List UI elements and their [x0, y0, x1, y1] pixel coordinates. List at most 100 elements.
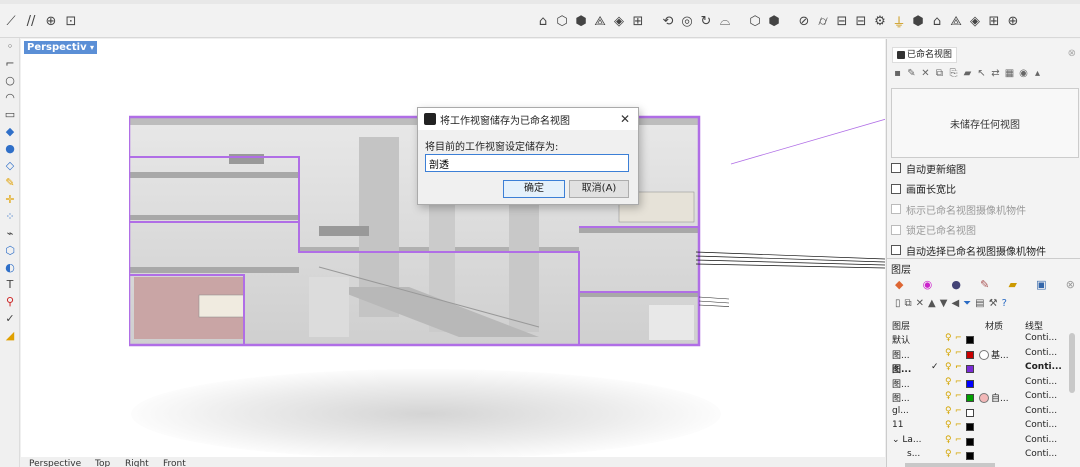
move-down-icon[interactable]: ▼ [940, 298, 948, 309]
layers-close-icon[interactable]: ⊗ [1066, 278, 1075, 291]
col-linetype[interactable]: 线型 [1025, 319, 1043, 332]
layer-row[interactable]: 图... ♀ ⌐ Conti... [891, 377, 1067, 392]
link-icon[interactable]: ⇄ [990, 68, 1001, 79]
layer-color-swatch[interactable] [966, 394, 974, 402]
lightbulb-icon[interactable]: ♀ [945, 435, 952, 445]
surface-icon[interactable]: ◆ [0, 123, 20, 140]
material-sphere-icon[interactable]: ● [951, 278, 961, 291]
current-layer-check-icon[interactable]: ✓ [931, 362, 939, 372]
move-up-icon[interactable]: ▲ [928, 298, 936, 309]
tab-right[interactable]: Right [125, 459, 149, 467]
circle-icon[interactable]: ○ [0, 72, 20, 89]
named-views-tab[interactable]: 已命名视图 [892, 47, 958, 63]
view-box-icon[interactable]: ⬡ [553, 12, 571, 30]
layer-color-swatch[interactable] [966, 423, 974, 431]
folder-icon[interactable]: ▰ [962, 68, 973, 79]
ok-button[interactable]: 确定 [503, 180, 565, 198]
option-auto-update-thumbnail[interactable]: 自动更新缩图 [891, 158, 1079, 179]
copy-icon[interactable]: ⧉ [934, 68, 945, 79]
analyze-icon[interactable]: ⚲ [0, 293, 20, 310]
window-icon[interactable]: ⊟ [833, 12, 851, 30]
frame-icon[interactable]: ⊡ [62, 12, 80, 30]
tab-top[interactable]: Top [95, 459, 110, 467]
col-layer[interactable]: 图层 [892, 319, 910, 332]
cube-alt-icon[interactable]: ⬢ [765, 12, 783, 30]
check-icon[interactable]: ✓ [0, 310, 20, 327]
unlock-icon[interactable]: ⌐ [955, 348, 962, 357]
unlock-icon[interactable]: ⌐ [955, 420, 962, 429]
layer-color-swatch[interactable] [966, 379, 974, 388]
layer-row[interactable]: ⌄ La... ♀ ⌐ Conti... [891, 435, 1067, 450]
folder-icon[interactable]: ▰ [1009, 278, 1017, 291]
pan-icon[interactable]: ⟋ [2, 12, 20, 30]
layer-linetype[interactable]: Conti... [1025, 449, 1057, 459]
checkbox[interactable] [891, 245, 901, 256]
delete-layer-icon[interactable]: ✕ [916, 298, 924, 309]
save-icon[interactable]: ▪ [892, 68, 903, 79]
layer-linetype[interactable]: Conti... [1025, 391, 1057, 401]
viewport-menu-icon[interactable]: ▾ [87, 41, 97, 54]
thumbnail-icon[interactable]: ▦ [1004, 68, 1015, 79]
delete-icon[interactable]: ✕ [920, 68, 931, 79]
view-front-icon[interactable]: ⬢ [572, 12, 590, 30]
col-material[interactable]: 材质 [985, 319, 1003, 332]
layer-row[interactable]: gl... ♀ ⌐ Conti... [891, 406, 1067, 421]
transform-icon[interactable]: ✛ [0, 191, 20, 208]
layer-color-swatch[interactable] [966, 437, 974, 446]
unlock-icon[interactable]: ⌐ [955, 377, 962, 386]
layer-linetype[interactable]: Conti... [1025, 348, 1057, 358]
layers-tab-icon[interactable]: ◆ [895, 278, 903, 291]
layer-color-swatch[interactable] [966, 336, 974, 344]
material-sphere-icon[interactable] [979, 349, 989, 360]
lightbulb-icon[interactable]: ♀ [945, 348, 952, 358]
four-view-icon[interactable]: ⊞ [629, 12, 647, 30]
perspective-viewport[interactable]: Perspective ▾ [21, 39, 885, 457]
checkbox[interactable] [891, 183, 901, 194]
add-view-icon[interactable]: ⊕ [1004, 12, 1022, 30]
paste-icon[interactable]: ⎘ [948, 68, 959, 79]
layer-row[interactable]: 图... ✓ ♀ ⌐ Conti... [891, 362, 1067, 377]
lightbulb-icon[interactable]: ♀ [945, 333, 952, 343]
layers-scrollbar[interactable] [1069, 333, 1075, 393]
object-icon[interactable]: ⬢ [909, 12, 927, 30]
dimension-icon[interactable]: ⁘ [0, 208, 20, 225]
layer-color-swatch[interactable] [966, 350, 974, 359]
paint-icon[interactable]: ◈ [966, 12, 984, 30]
filter-icon[interactable]: ⏷ [963, 298, 971, 309]
shape-icon[interactable]: ⌓ [716, 12, 734, 30]
curve-tools-icon[interactable]: ⌁ [0, 225, 20, 242]
cylinder-icon[interactable]: ⌭ [814, 12, 832, 30]
tab-perspective[interactable]: Perspective [29, 459, 81, 467]
tools-icon[interactable]: ⚒ [989, 298, 998, 309]
layer-row[interactable]: 默认 ♀ ⌐ Conti... [891, 333, 1067, 348]
brush-icon[interactable]: ✎ [980, 278, 989, 291]
help-icon[interactable]: ? [1002, 298, 1007, 309]
rectangle-icon[interactable]: ▭ [0, 106, 20, 123]
unlock-icon[interactable]: ⌐ [955, 391, 962, 400]
point-icon[interactable]: ◦ [0, 38, 20, 55]
tab-front[interactable]: Front [163, 459, 186, 467]
unlock-icon[interactable]: ⌐ [955, 362, 962, 371]
layer-color-swatch[interactable] [966, 408, 974, 417]
lightbulb-icon[interactable]: ♀ [945, 406, 952, 416]
view-name-input[interactable] [425, 154, 629, 172]
layer-states-icon[interactable]: ▤ [975, 298, 984, 309]
move-parent-icon[interactable]: ◀ [951, 298, 959, 309]
checkbox[interactable] [891, 163, 901, 174]
close-icon[interactable]: ✕ [620, 112, 630, 126]
layer-linetype[interactable]: Conti... [1025, 420, 1057, 430]
zoom-target-icon[interactable]: ◎ [678, 12, 696, 30]
viewport-title[interactable]: Perspective [24, 41, 97, 54]
layer-row[interactable]: 图... ♀ ⌐ 基... Conti... [891, 348, 1067, 363]
layer-linetype[interactable]: Conti... [1025, 362, 1062, 372]
text-icon[interactable]: T [0, 276, 20, 293]
color-wheel-icon[interactable]: ◉ [923, 278, 933, 291]
polyline-icon[interactable]: ⌐ [0, 55, 20, 72]
unlock-icon[interactable]: ⌐ [955, 333, 962, 342]
material-icon[interactable]: ⟁ [947, 12, 965, 30]
new-layer-icon[interactable]: ▯ [895, 298, 901, 309]
layer-row[interactable]: 11 ♀ ⌐ Conti... [891, 420, 1067, 435]
new-sublayer-icon[interactable]: ⧉ [905, 298, 912, 309]
lines-icon[interactable]: // [22, 12, 40, 30]
edit-icon[interactable]: ✎ [906, 68, 917, 79]
